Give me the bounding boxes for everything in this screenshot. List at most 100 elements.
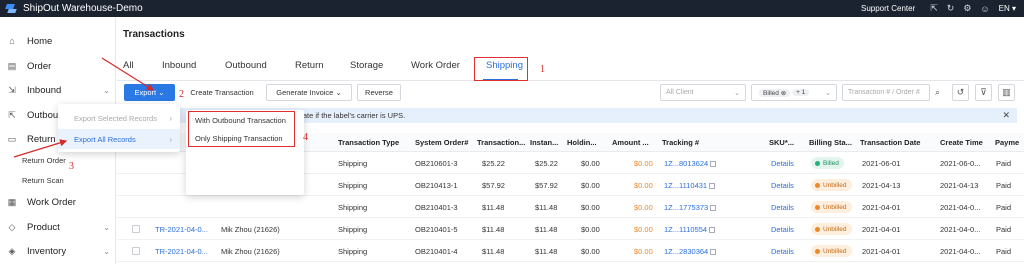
column-header[interactable]: Create Time xyxy=(940,138,983,147)
column-header[interactable]: Transaction Type xyxy=(338,138,399,147)
column-header[interactable]: Billing Sta... xyxy=(809,138,852,147)
refresh-icon[interactable]: ↻ xyxy=(947,3,955,14)
billed-chip: Billed ⊗ xyxy=(759,88,791,97)
sidebar-item-home[interactable]: ⌂ Home xyxy=(0,30,116,52)
user-icon[interactable]: ☺ xyxy=(980,4,989,14)
status-dot xyxy=(815,182,820,188)
sidebar-item-label: Product xyxy=(27,221,60,233)
chevron-right-icon: › xyxy=(169,134,172,144)
client-select[interactable]: All Client ⌄ xyxy=(660,84,746,101)
page-title: Transactions xyxy=(123,29,185,40)
sidebar-item-product[interactable]: ◇ Product ⌄ xyxy=(0,216,116,238)
external-link-icon[interactable]: ⇱ xyxy=(930,3,938,14)
status-label: Unbilled xyxy=(823,247,847,255)
copy-icon[interactable] xyxy=(709,183,716,189)
columns-icon[interactable]: ▥ xyxy=(998,84,1015,101)
cell-order: OB210601-3 xyxy=(415,159,458,168)
tracking-link[interactable]: 1Z...1775373 xyxy=(664,203,717,212)
cell-amount: $0.00 xyxy=(634,181,653,190)
export-selected-records-item[interactable]: Export Selected Records › xyxy=(58,108,180,128)
row-checkbox[interactable] xyxy=(132,247,140,255)
sku-details-link[interactable]: Details xyxy=(771,247,794,256)
transaction-number-link[interactable]: TR-2021-04-0... xyxy=(155,247,208,256)
status-badge: Unbilled xyxy=(811,179,852,191)
billing-status-select[interactable]: Billed ⊗ + 1 ⌄ xyxy=(751,84,837,101)
search-icon[interactable]: ⌕ xyxy=(929,84,946,101)
status-label: Unbilled xyxy=(823,225,847,233)
sidebar-subitem-return-order[interactable]: Return Order xyxy=(22,156,66,165)
copy-icon[interactable] xyxy=(710,205,717,211)
cell-create-time: 2021-04-0... xyxy=(940,247,981,256)
column-header[interactable]: Transaction... xyxy=(477,138,525,147)
sku-details-link[interactable]: Details xyxy=(771,203,794,212)
export-all-records-item[interactable]: Export All Records › xyxy=(58,129,180,149)
tab-return[interactable]: Return xyxy=(295,60,324,71)
column-header[interactable]: Holdin... xyxy=(567,138,597,147)
tracking-link[interactable]: 1Z...1110431 xyxy=(664,181,716,190)
cell-payment: Paid xyxy=(996,203,1012,212)
chevron-down-icon: ⌄ xyxy=(103,85,110,95)
status-badge: Unbilled xyxy=(811,245,852,257)
reverse-button[interactable]: Reverse xyxy=(357,84,401,101)
copy-icon[interactable] xyxy=(709,227,716,233)
cell-transaction: $57.92 xyxy=(482,181,505,190)
column-header[interactable]: Payme xyxy=(995,138,1019,147)
sidebar-item-order[interactable]: ▤ Order xyxy=(0,55,116,77)
cell-amount: $0.00 xyxy=(634,203,653,212)
tab-work-order[interactable]: Work Order xyxy=(411,60,460,71)
tab-storage[interactable]: Storage xyxy=(350,60,383,71)
cell-type: Shipping xyxy=(338,247,368,256)
sidebar-item-work-order[interactable]: ▦ Work Order xyxy=(0,191,116,213)
create-transaction-button[interactable]: Create Transaction xyxy=(182,84,262,101)
cell-instant: $11.48 xyxy=(535,203,558,212)
search-input[interactable]: Transaction # / Order # xyxy=(842,84,930,101)
cell-type: Shipping xyxy=(338,203,368,212)
tab-all[interactable]: All xyxy=(123,60,134,71)
return-icon: ▭ xyxy=(7,133,17,144)
close-icon[interactable]: ⊗ xyxy=(781,90,786,97)
sidebar-item-inventory[interactable]: ◈ Inventory ⌄ xyxy=(0,240,116,262)
generate-invoice-label: Generate Invoice xyxy=(276,88,334,97)
transaction-number-link[interactable]: TR-2021-04-0... xyxy=(155,225,208,234)
tracking-number: 1Z...2830364 xyxy=(664,247,709,256)
column-header[interactable]: Tracking # xyxy=(662,138,699,147)
sku-details-link[interactable]: Details xyxy=(771,225,794,234)
reset-icon[interactable]: ↺ xyxy=(952,84,969,101)
column-header[interactable]: Instan... xyxy=(530,138,558,147)
row-checkbox[interactable] xyxy=(132,225,140,233)
status-label: Billed xyxy=(823,159,839,167)
tab-outbound[interactable]: Outbound xyxy=(225,60,267,71)
cell-transaction: $25.22 xyxy=(482,159,505,168)
column-header[interactable]: System Order# xyxy=(415,138,468,147)
close-icon[interactable]: ✕ xyxy=(1002,110,1010,121)
column-header[interactable]: Amount ... xyxy=(612,138,649,147)
cell-amount: $0.00 xyxy=(634,159,653,168)
tracking-link[interactable]: 1Z...2830364 xyxy=(664,247,717,256)
generate-invoice-button[interactable]: Generate Invoice ⌄ xyxy=(266,84,352,101)
tab-inbound[interactable]: Inbound xyxy=(162,60,196,71)
sku-details-link[interactable]: Details xyxy=(771,181,794,190)
sidebar-item-label: Return xyxy=(27,133,56,145)
language-selector[interactable]: EN ▾ xyxy=(999,4,1016,13)
menu-item-label: Export Selected Records xyxy=(74,113,157,123)
column-header[interactable]: SKU*... xyxy=(769,138,794,147)
sku-details-link[interactable]: Details xyxy=(771,159,794,168)
table-row[interactable]: Shipping OB210401-3 $11.48 $11.48 $0.00 … xyxy=(117,197,1024,218)
copy-icon[interactable] xyxy=(710,161,717,167)
cell-holding: $0.00 xyxy=(581,247,600,256)
tracking-link[interactable]: 1Z...8013624 xyxy=(664,159,717,168)
column-header[interactable]: Transaction Date xyxy=(860,138,920,147)
sidebar-subitem-return-scan[interactable]: Return Scan xyxy=(22,176,64,185)
settings-icon[interactable]: ⚙ xyxy=(963,3,971,14)
support-center-link[interactable]: Support Center xyxy=(861,4,915,13)
sidebar-item-inbound[interactable]: ⇲ Inbound ⌄ xyxy=(0,79,116,101)
status-badge: Unbilled xyxy=(811,201,852,213)
filter-icon[interactable]: ⊽ xyxy=(975,84,992,101)
copy-icon[interactable] xyxy=(710,249,717,255)
tracking-link[interactable]: 1Z...1110554 xyxy=(664,225,716,234)
export-button[interactable]: Export ⌄ xyxy=(124,84,175,101)
cell-payment: Paid xyxy=(996,181,1012,190)
table-row[interactable]: TR-2021-04-0... Mik Zhou (21626) Shippin… xyxy=(117,241,1024,262)
cell-create-time: 2021-04-13 xyxy=(940,181,979,190)
table-row[interactable]: TR-2021-04-0... Mik Zhou (21626) Shippin… xyxy=(117,219,1024,240)
